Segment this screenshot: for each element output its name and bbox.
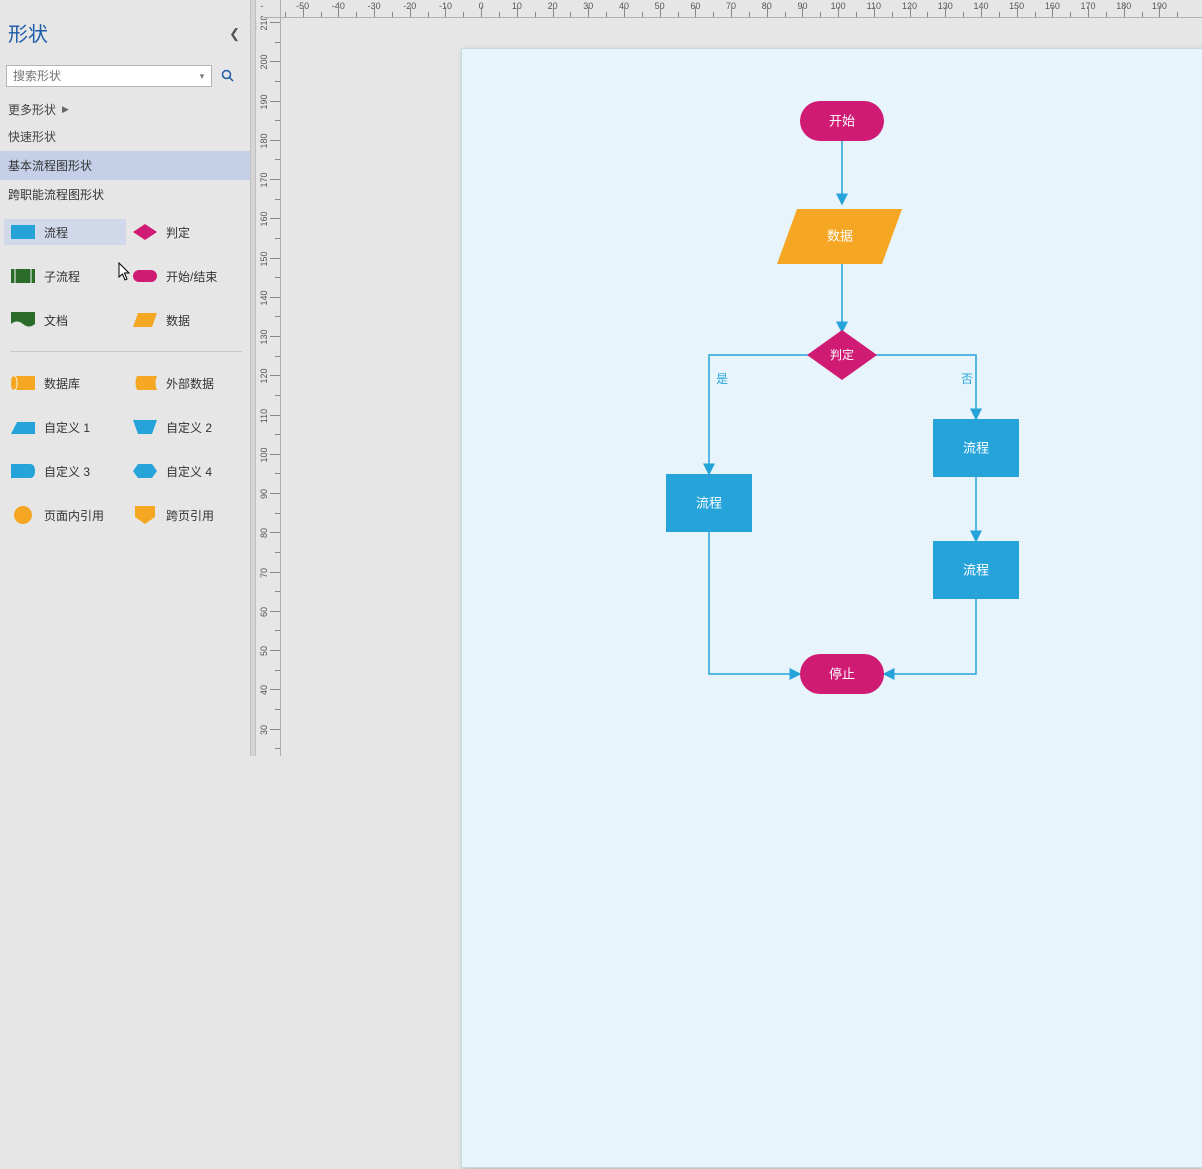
document-icon	[10, 311, 36, 329]
quick-shapes-button[interactable]: 快速形状	[0, 124, 250, 151]
offpage-icon	[132, 506, 158, 524]
search-dropdown-icon[interactable]: ▾	[196, 71, 208, 82]
collapse-sidebar-button[interactable]: ❮	[229, 26, 240, 42]
shape-label: 流程	[44, 224, 68, 241]
svg-text:流程: 流程	[963, 441, 989, 456]
vertical-ruler[interactable]: 2102001901801701601501401301201101009080…	[263, 18, 281, 756]
connector[interactable]	[709, 532, 800, 674]
custom2-icon	[132, 418, 158, 436]
drawing-page[interactable]: 开始 数据 判定 是 否 流程 流程	[461, 48, 1202, 1168]
branch-yes-label: 是	[716, 372, 728, 386]
more-shapes-label: 更多形状	[8, 101, 56, 118]
search-shapes-input[interactable]	[6, 65, 212, 87]
svg-text:流程: 流程	[696, 496, 722, 511]
process-icon	[10, 223, 36, 241]
node-process-right-1[interactable]: 流程	[933, 419, 1019, 477]
node-process-right-2[interactable]: 流程	[933, 541, 1019, 599]
shape-label: 自定义 2	[166, 419, 212, 436]
custom1-icon	[10, 418, 36, 436]
terminator-icon	[132, 267, 158, 285]
decision-icon	[132, 223, 158, 241]
connector-no[interactable]	[867, 355, 976, 419]
shape-item-custom3[interactable]: 自定义 3	[4, 458, 126, 484]
svg-text:判定: 判定	[830, 347, 854, 362]
shape-label: 自定义 3	[44, 463, 90, 480]
shape-item-process[interactable]: 流程	[4, 219, 126, 245]
svg-text:停止: 停止	[829, 667, 855, 682]
sidebar-title: 形状	[0, 0, 250, 57]
shape-label: 页面内引用	[44, 507, 104, 524]
node-process-left[interactable]: 流程	[666, 474, 752, 532]
shape-item-offpage[interactable]: 跨页引用	[126, 502, 248, 528]
horizontal-ruler[interactable]: -60-50-40-30-20-100102030405060708090100…	[263, 0, 1202, 18]
shape-label: 外部数据	[166, 375, 214, 392]
shape-item-custom4[interactable]: 自定义 4	[126, 458, 248, 484]
sidebar-resize-handle[interactable]: ⋮	[250, 0, 256, 756]
shape-item-terminator[interactable]: 开始/结束	[126, 263, 248, 289]
node-start[interactable]: 开始	[800, 101, 884, 141]
shape-item-custom1[interactable]: 自定义 1	[4, 414, 126, 440]
canvas-area[interactable]: 开始 数据 判定 是 否 流程 流程	[281, 18, 1202, 756]
shape-label: 判定	[166, 224, 190, 241]
shape-label: 文档	[44, 312, 68, 329]
shape-label: 子流程	[44, 268, 80, 285]
shape-item-onpage[interactable]: 页面内引用	[4, 502, 126, 528]
search-icon[interactable]	[218, 65, 238, 87]
shape-item-subprocess[interactable]: 子流程	[4, 263, 126, 289]
shape-item-decision[interactable]: 判定	[126, 219, 248, 245]
shape-item-custom2[interactable]: 自定义 2	[126, 414, 248, 440]
data-icon	[132, 311, 158, 329]
shape-label: 数据	[166, 312, 190, 329]
shape-category[interactable]: 跨职能流程图形状	[0, 180, 250, 209]
shape-item-database[interactable]: 数据库	[4, 370, 126, 396]
database-icon	[10, 374, 36, 392]
shape-divider	[10, 351, 242, 352]
shape-label: 自定义 4	[166, 463, 212, 480]
extdata-icon	[132, 374, 158, 392]
shape-category[interactable]: 基本流程图形状	[0, 151, 250, 180]
connector[interactable]	[884, 599, 976, 674]
svg-text:流程: 流程	[963, 563, 989, 578]
custom3-icon	[10, 462, 36, 480]
shape-label: 跨页引用	[166, 507, 214, 524]
shape-label: 自定义 1	[44, 419, 90, 436]
subprocess-icon	[10, 267, 36, 285]
onpage-icon	[10, 506, 36, 524]
node-data[interactable]: 数据	[777, 209, 902, 264]
branch-no-label: 否	[961, 372, 973, 386]
search-row: ▾	[6, 65, 244, 87]
shape-item-document[interactable]: 文档	[4, 307, 126, 333]
ruler-corner	[263, 0, 281, 18]
chevron-right-icon: ▶	[62, 104, 69, 115]
node-stop[interactable]: 停止	[800, 654, 884, 694]
custom4-icon	[132, 462, 158, 480]
svg-text:开始: 开始	[829, 114, 855, 129]
svg-text:数据: 数据	[827, 229, 853, 244]
shapes-sidebar: 形状 ❮ ▾ 更多形状 ▶ 快速形状 基本流程图形状跨职能流程图形状 流程 判定子…	[0, 0, 250, 756]
shape-item-data[interactable]: 数据	[126, 307, 248, 333]
shape-item-extdata[interactable]: 外部数据	[126, 370, 248, 396]
shape-label: 开始/结束	[166, 268, 217, 285]
more-shapes-button[interactable]: 更多形状 ▶	[0, 95, 250, 124]
shape-label: 数据库	[44, 375, 80, 392]
flowchart-svg: 开始 数据 判定 是 否 流程 流程	[462, 49, 1202, 1169]
node-decision[interactable]: 判定	[807, 330, 877, 380]
